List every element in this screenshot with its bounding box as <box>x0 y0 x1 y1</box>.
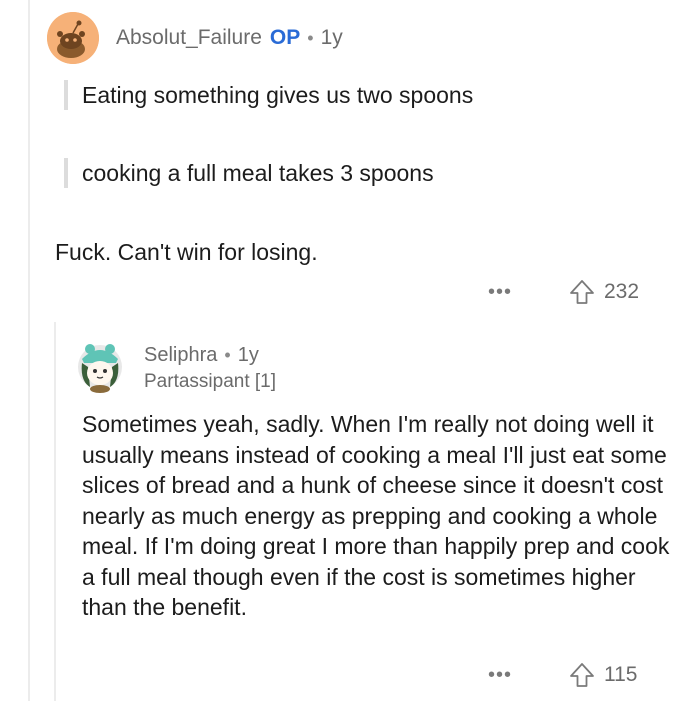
more-options-icon[interactable]: ••• <box>488 281 568 304</box>
op-badge: OP <box>269 26 301 49</box>
vote-count: 232 <box>604 280 640 303</box>
reply-age: 1y <box>237 344 259 366</box>
quote-block: Eating something gives us two spoons <box>64 80 473 110</box>
vote-count: 115 <box>604 663 638 686</box>
snoo-avatar-icon <box>47 12 99 64</box>
reply-body: Sometimes yeah, sadly. When I'm really n… <box>82 409 682 623</box>
meta-separator: • <box>224 345 231 365</box>
comment-body: Fuck. Can't win for losing. <box>55 239 318 265</box>
user-avatar[interactable] <box>47 12 99 64</box>
quote-block: cooking a full meal takes 3 spoons <box>64 158 434 188</box>
more-options-icon[interactable]: ••• <box>488 664 568 687</box>
reply-actions: ••• 115 <box>488 661 637 689</box>
reply-avatar[interactable] <box>72 337 128 393</box>
reply-text: Sometimes yeah, sadly. When I'm really n… <box>82 411 670 620</box>
user-flair: Partassipant [1] <box>144 371 277 392</box>
upvote-arrow-icon <box>570 280 594 304</box>
comment-actions: ••• 232 <box>488 278 639 306</box>
comment-age: 1y <box>320 26 343 49</box>
upvote-button[interactable]: 232 <box>568 278 639 306</box>
cat-avatar-icon <box>78 344 122 393</box>
meta-separator: • <box>307 27 314 48</box>
comment-username[interactable]: Absolut_Failure <box>116 26 262 50</box>
reply-thread-line[interactable] <box>54 322 56 701</box>
upvote-button[interactable]: 115 <box>568 661 637 689</box>
thread-line[interactable] <box>28 0 30 701</box>
reply-meta: Seliphra • 1y <box>144 344 259 367</box>
reply-username[interactable]: Seliphra <box>144 344 217 367</box>
upvote-arrow-icon <box>570 663 594 687</box>
comment-meta: Absolut_Failure OP • 1y <box>116 26 343 50</box>
